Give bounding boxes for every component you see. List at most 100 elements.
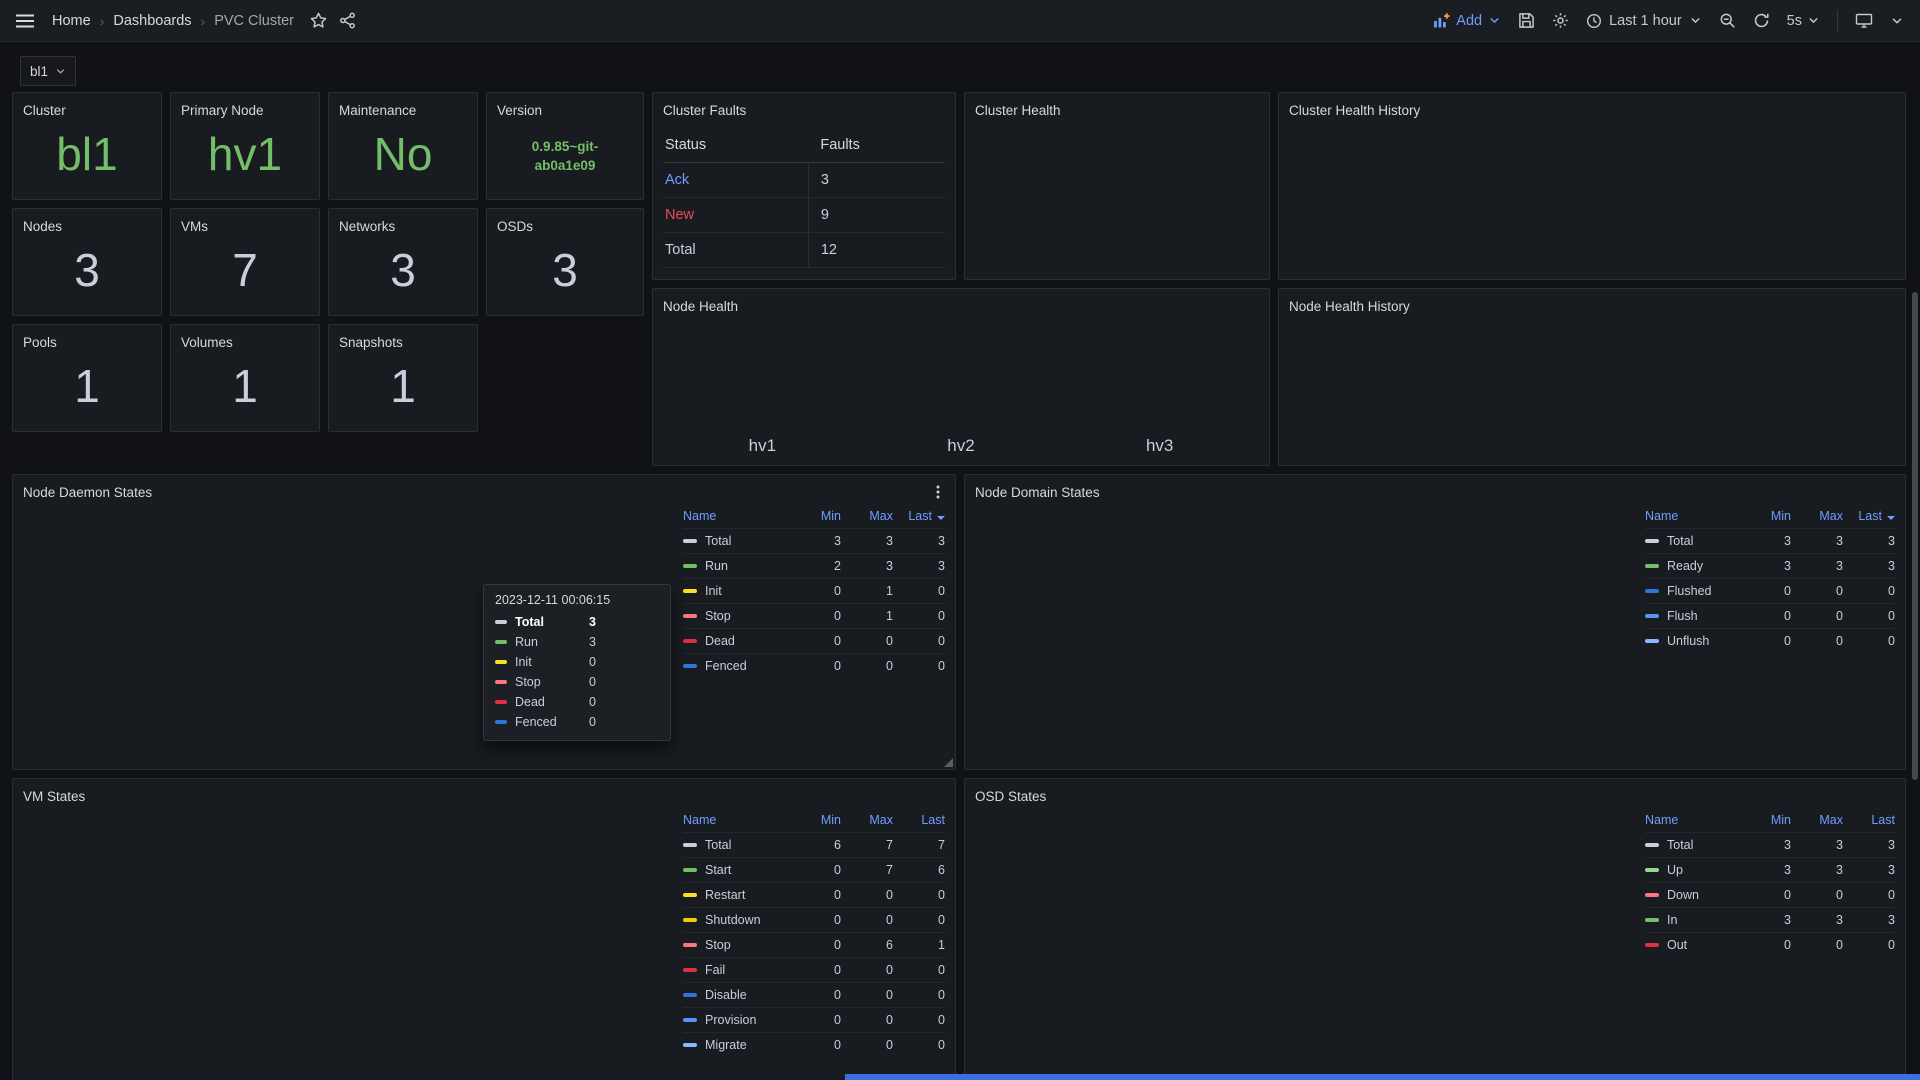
node-daemon-states-chart[interactable]: 2023-12-11 00:06:15Total3Run3Init0Stop0D… [23, 504, 673, 762]
legend-row[interactable]: Total333 [1645, 528, 1895, 553]
refresh-icon[interactable] [1753, 12, 1770, 29]
add-panel-icon [1433, 12, 1450, 29]
legend-row[interactable]: Unflush000 [1645, 628, 1895, 653]
panel-title[interactable]: Cluster Faults [663, 103, 746, 118]
vm-states-chart[interactable] [23, 808, 673, 1078]
series-color-swatch [683, 589, 697, 593]
stat-panel-osds: OSDs 3 [486, 208, 644, 316]
panel-title[interactable]: Node Health [663, 299, 738, 314]
stat-panel-cluster: Cluster bl1 [12, 92, 162, 200]
refresh-interval-dropdown[interactable]: 5s [1787, 13, 1820, 29]
legend-row[interactable]: Fail000 [683, 957, 945, 982]
node-health-history-chart[interactable] [1289, 318, 1895, 458]
save-dashboard-icon[interactable] [1518, 12, 1535, 29]
stat-value: 7 [181, 238, 309, 308]
legend-header: NameMinMaxLast [683, 808, 945, 832]
panel-menu-icon[interactable] [931, 484, 945, 500]
panel-title[interactable]: Nodes [23, 219, 62, 234]
stat-panel-primary-node: Primary Node hv1 [170, 92, 320, 200]
panel-title[interactable]: OSDs [497, 219, 533, 234]
node-daemon-states-legend: NameMinMaxLastTotal333Run233Init010Stop0… [673, 504, 945, 678]
legend-row[interactable]: Dead000 [683, 628, 945, 653]
panel-title[interactable]: Version [497, 103, 542, 118]
chevron-down-icon [1689, 14, 1702, 27]
panel-title[interactable]: Node Health History [1289, 299, 1410, 314]
panel-title[interactable]: VMs [181, 219, 208, 234]
panel-title[interactable]: Networks [339, 219, 395, 234]
panel-title[interactable]: Cluster Health History [1289, 103, 1420, 118]
osd-states-chart[interactable] [975, 808, 1635, 1078]
legend-row[interactable]: Total333 [1645, 832, 1895, 857]
panel-cluster-faults: Cluster Faults StatusFaultsAck3New9Total… [652, 92, 956, 280]
legend-row[interactable]: Stop061 [683, 932, 945, 957]
faults-table: StatusFaultsAck3New9Total12 [663, 122, 945, 272]
panel-title[interactable]: Cluster [23, 103, 66, 118]
panel-title[interactable]: Maintenance [339, 103, 416, 118]
legend-row[interactable]: Migrate000 [683, 1032, 945, 1057]
node-domain-states-chart[interactable] [975, 504, 1635, 762]
legend-row[interactable]: Run233 [683, 553, 945, 578]
variable-dropdown-cluster[interactable]: bl1 [20, 56, 76, 86]
horizontal-scrollbar-thumb[interactable] [845, 1074, 1920, 1080]
chevron-down-icon[interactable] [1890, 14, 1904, 28]
gauge-label: hv3 [1146, 434, 1173, 458]
clock-icon [1586, 13, 1602, 29]
panel-resize-handle[interactable] [944, 758, 953, 767]
legend-row[interactable]: Provision000 [683, 1007, 945, 1032]
panel-title[interactable]: Snapshots [339, 335, 403, 350]
stat-panel-vms: VMs 7 [170, 208, 320, 316]
legend-row[interactable]: Ready333 [1645, 553, 1895, 578]
favorite-star-icon[interactable] [310, 12, 327, 29]
vertical-scrollbar-thumb[interactable] [1912, 292, 1918, 780]
stat-value: 3 [497, 238, 633, 308]
series-color-swatch [683, 943, 697, 947]
sort-caret-icon [1887, 516, 1895, 520]
legend-row[interactable]: Out000 [1645, 932, 1895, 957]
stat-value: 1 [339, 354, 467, 424]
time-range-picker[interactable]: Last 1 hour [1586, 13, 1702, 29]
panel-title[interactable]: Node Domain States [975, 485, 1100, 500]
share-icon[interactable] [339, 12, 356, 29]
divider [1837, 10, 1838, 32]
stat-panel-networks: Networks 3 [328, 208, 478, 316]
panel-node-health: Node Health hv1 hv2 hv3 [652, 288, 1270, 466]
series-color-swatch [683, 539, 697, 543]
stat-panel-version: Version 0.9.85~git-ab0a1e09 [486, 92, 644, 200]
legend-row[interactable]: Up333 [1645, 857, 1895, 882]
legend-row[interactable]: Disable000 [683, 982, 945, 1007]
settings-gear-icon[interactable] [1552, 12, 1569, 29]
sort-caret-icon [937, 516, 945, 520]
zoom-out-icon[interactable] [1719, 12, 1736, 29]
breadcrumb-home[interactable]: Home [52, 13, 91, 29]
panel-title[interactable]: Volumes [181, 335, 233, 350]
legend-row[interactable]: Restart000 [683, 882, 945, 907]
legend-row[interactable]: Init010 [683, 578, 945, 603]
series-color-swatch [1645, 564, 1659, 568]
panel-title[interactable]: Node Daemon States [23, 485, 152, 500]
breadcrumb-dashboards[interactable]: Dashboards [113, 13, 191, 29]
faults-row[interactable]: Ack3 [663, 163, 945, 198]
panel-title[interactable]: Pools [23, 335, 57, 350]
tooltip-row: Stop0 [495, 672, 659, 692]
panel-title[interactable]: OSD States [975, 789, 1046, 804]
legend-row[interactable]: Down000 [1645, 882, 1895, 907]
kiosk-monitor-icon[interactable] [1855, 12, 1873, 29]
legend-row[interactable]: Stop010 [683, 603, 945, 628]
legend-row[interactable]: Flushed000 [1645, 578, 1895, 603]
menu-icon[interactable] [16, 14, 34, 28]
legend-row[interactable]: Flush000 [1645, 603, 1895, 628]
legend-row[interactable]: Shutdown000 [683, 907, 945, 932]
panel-title[interactable]: Primary Node [181, 103, 264, 118]
panel-title[interactable]: Cluster Health [975, 103, 1061, 118]
legend-row[interactable]: Total333 [683, 528, 945, 553]
panel-title[interactable]: VM States [23, 789, 85, 804]
faults-row[interactable]: New9 [663, 198, 945, 233]
add-button[interactable]: Add [1433, 12, 1501, 29]
legend-row[interactable]: Fenced000 [683, 653, 945, 678]
cluster-health-history-chart[interactable] [1289, 122, 1895, 272]
legend-row[interactable]: Start076 [683, 857, 945, 882]
legend-row[interactable]: Total677 [683, 832, 945, 857]
series-color-swatch [683, 614, 697, 618]
faults-row[interactable]: Total12 [663, 233, 945, 268]
legend-row[interactable]: In333 [1645, 907, 1895, 932]
